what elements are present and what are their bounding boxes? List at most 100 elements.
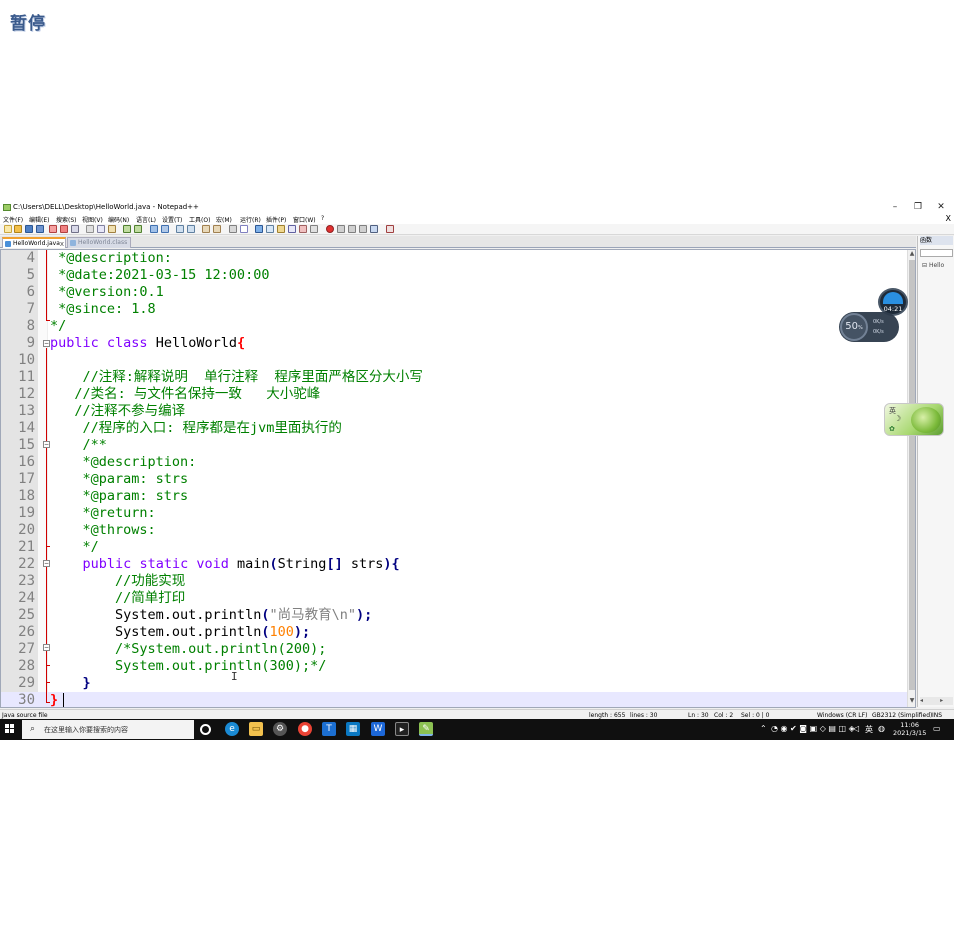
timer-cap: [883, 292, 903, 304]
folder-workspace-icon[interactable]: [299, 225, 307, 233]
undo-icon[interactable]: [123, 225, 131, 233]
stop-macro-icon[interactable]: [337, 225, 345, 233]
settings-gear-icon[interactable]: ⚙: [273, 722, 287, 736]
panel-horizontal-scrollbar[interactable]: ◂ ▸: [920, 697, 953, 705]
doc-map-icon[interactable]: [277, 225, 285, 233]
tab-helloworld-class[interactable]: HelloWorld.class: [67, 237, 131, 248]
user-language-icon[interactable]: [266, 225, 274, 233]
menu-search[interactable]: 搜索(S): [56, 215, 77, 224]
menu-plugins[interactable]: 插件(P): [266, 215, 286, 224]
cortana-icon[interactable]: [200, 724, 211, 735]
sogou-ime-icon[interactable]: ◍: [878, 724, 885, 733]
show-all-chars-icon[interactable]: [240, 225, 248, 233]
typora-icon[interactable]: T: [322, 722, 336, 736]
function-tree-item[interactable]: ⊟ Hello: [922, 262, 944, 269]
save-all-icon[interactable]: [36, 225, 44, 233]
code-line: 22 public static void main(String[] strs…: [1, 556, 907, 573]
close-all-icon[interactable]: [60, 225, 68, 233]
code-line: 4 *@description:: [1, 250, 907, 267]
file-type-status: Java source file: [2, 712, 48, 719]
close-button[interactable]: ✕: [930, 201, 952, 214]
line-number: 25: [18, 607, 35, 623]
ime-status-widget[interactable]: 英 ☽ ✿: [884, 403, 944, 436]
zoom-in-icon[interactable]: [176, 225, 184, 233]
find-icon[interactable]: [150, 225, 158, 233]
copy-icon[interactable]: [97, 225, 105, 233]
insert-mode-status[interactable]: INS: [932, 712, 942, 719]
play-macro-icon[interactable]: [348, 225, 356, 233]
spell-check-icon[interactable]: [386, 225, 394, 233]
sync-horizontal-icon[interactable]: [213, 225, 221, 233]
sync-vertical-icon[interactable]: [202, 225, 210, 233]
run-macro-multiple-icon[interactable]: [359, 225, 367, 233]
scroll-up-icon[interactable]: ▲: [908, 250, 915, 257]
file-explorer-icon[interactable]: ▭: [249, 722, 263, 736]
memory-speed-widget[interactable]: 50% 0K/s 0K/s: [839, 312, 899, 342]
function-search-input[interactable]: [920, 249, 953, 257]
menu-edit[interactable]: 编辑(E): [29, 215, 49, 224]
tray-app-icons[interactable]: ◔ ◉ ✔ ◙ ▣ ◇ ▤ ◫ ◈: [771, 724, 855, 733]
edge-browser-icon[interactable]: e: [225, 722, 239, 736]
command-prompt-icon[interactable]: ▸: [395, 722, 409, 736]
menu-view[interactable]: 视图(V): [82, 215, 103, 224]
windows-taskbar: ⌕ 在这里输入你要搜索的内容 e ▭ ⚙ ● T ▦ W ▸ ✎ ⌃ ◔ ◉ ✔…: [0, 719, 954, 740]
maximize-button[interactable]: ❐: [907, 201, 929, 214]
line-text: public class HelloWorld{: [50, 335, 245, 352]
cut-icon[interactable]: [86, 225, 94, 233]
line-text: //注释:解释说明 单行注释 程序里面严格区分大小写: [50, 369, 423, 386]
taskbar-search-box[interactable]: ⌕ 在这里输入你要搜索的内容: [22, 720, 194, 739]
paste-icon[interactable]: [108, 225, 116, 233]
menu-window[interactable]: 窗口(W): [293, 215, 316, 224]
menu-tools[interactable]: 工具(O): [189, 215, 210, 224]
menu-run[interactable]: 运行(R): [240, 215, 261, 224]
vertical-scrollbar[interactable]: ▲ ▼: [907, 250, 915, 707]
zoom-out-icon[interactable]: [187, 225, 195, 233]
system-clock[interactable]: 11:06 2021/3/15: [893, 721, 926, 737]
line-number: 4: [26, 250, 35, 266]
open-file-icon[interactable]: [14, 225, 22, 233]
encoding-status[interactable]: GB2312 (Simplified): [872, 712, 932, 719]
ime-language-indicator[interactable]: 英: [865, 724, 873, 735]
menu-language[interactable]: 语言(L): [136, 215, 156, 224]
code-editor[interactable]: − − − − 4 *@description: 5 *@date:2021-0…: [0, 249, 916, 708]
close-file-icon[interactable]: [49, 225, 57, 233]
menu-macro[interactable]: 宏(M): [216, 215, 232, 224]
new-file-icon[interactable]: [4, 225, 12, 233]
function-list-icon[interactable]: [288, 225, 296, 233]
monitor-icon[interactable]: [310, 225, 318, 233]
comment-text: *@date:2021-03-15 12:00:00: [50, 267, 270, 283]
record-macro-icon[interactable]: [326, 225, 334, 233]
widget-settings-icon[interactable]: ✿: [889, 425, 895, 433]
line-number: 11: [18, 369, 35, 385]
keyword: public: [82, 556, 132, 572]
menu-help[interactable]: ?: [321, 215, 324, 222]
scroll-down-icon[interactable]: ▼: [908, 697, 915, 704]
menu-settings[interactable]: 设置(T): [162, 215, 182, 224]
code-line: 17 *@param: strs: [1, 471, 907, 488]
show-hidden-icons-icon[interactable]: ⌃: [760, 724, 767, 733]
sublime-icon[interactable]: ▦: [346, 722, 360, 736]
save-macro-icon[interactable]: [370, 225, 378, 233]
code-line: 27 /*System.out.println(200);: [1, 641, 907, 658]
menu-encoding[interactable]: 编码(N): [108, 215, 129, 224]
redo-icon[interactable]: [134, 225, 142, 233]
indent-guide-icon[interactable]: [255, 225, 263, 233]
save-icon[interactable]: [25, 225, 33, 233]
print-icon[interactable]: [71, 225, 79, 233]
word-wrap-icon[interactable]: [229, 225, 237, 233]
notepad-plus-plus-taskbar-icon[interactable]: ✎: [419, 722, 433, 736]
scrollbar-thumb[interactable]: [909, 260, 915, 690]
tab-close-icon[interactable]: x: [60, 239, 64, 249]
close-document-button[interactable]: X: [946, 214, 951, 223]
replace-icon[interactable]: [161, 225, 169, 233]
tab-helloworld-java[interactable]: HelloWorld.java x: [2, 237, 66, 248]
volume-icon[interactable]: ◁: [853, 724, 859, 733]
chrome-browser-icon[interactable]: ●: [298, 722, 312, 736]
notifications-icon[interactable]: ▭: [933, 724, 941, 733]
text-caret: [63, 693, 64, 707]
eol-status[interactable]: Windows (CR LF): [817, 712, 867, 719]
minimize-button[interactable]: –: [884, 201, 906, 214]
wps-writer-icon[interactable]: W: [371, 722, 385, 736]
menu-file[interactable]: 文件(F): [3, 215, 23, 224]
windows-start-icon[interactable]: [5, 724, 15, 734]
